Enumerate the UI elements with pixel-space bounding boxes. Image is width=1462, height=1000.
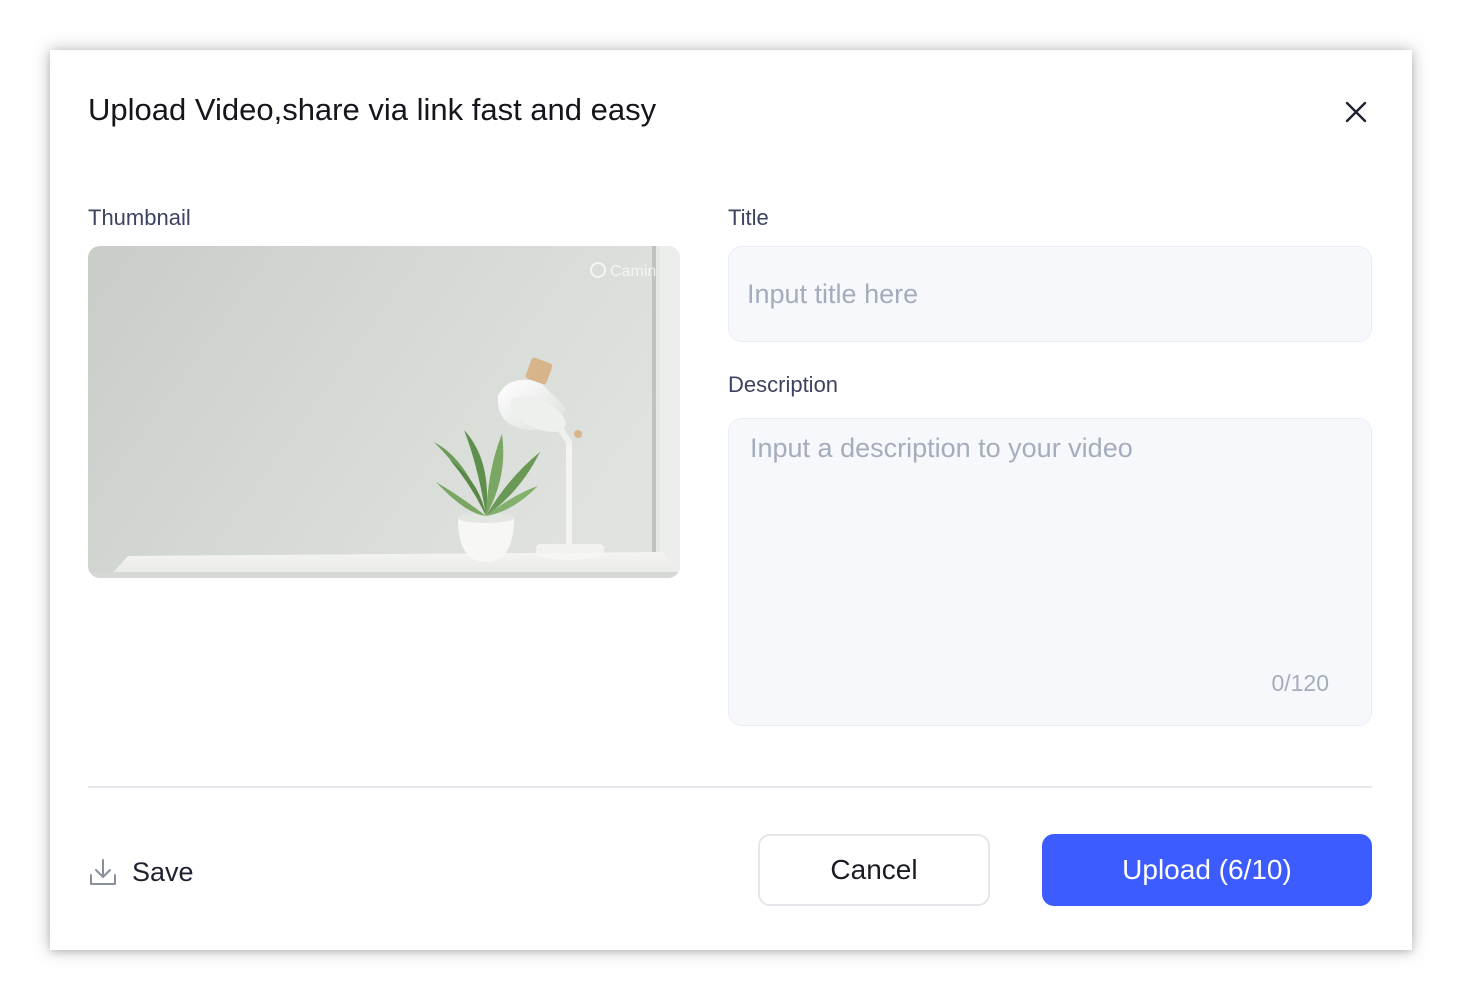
thumbnail-watermark: Camin	[610, 263, 656, 280]
dialog-title: Upload Video,share via link fast and eas…	[88, 92, 657, 127]
description-field: 0/120	[728, 418, 1372, 726]
title-input[interactable]	[729, 247, 1371, 341]
save-button[interactable]: Save	[88, 852, 194, 892]
thumbnail-image[interactable]: Camin	[88, 246, 680, 578]
download-icon	[90, 859, 116, 885]
title-field	[728, 246, 1372, 342]
char-count: 0/120	[1271, 670, 1329, 696]
close-button[interactable]	[1336, 92, 1376, 132]
save-label: Save	[132, 856, 194, 887]
title-label: Title	[728, 205, 769, 230]
close-icon	[1345, 101, 1367, 123]
upload-video-dialog: Upload Video,share via link fast and eas…	[50, 50, 1412, 950]
footer-divider	[88, 786, 1372, 788]
description-label: Description	[728, 372, 839, 397]
upload-button[interactable]: Upload (6/10)	[1042, 834, 1372, 906]
cancel-button[interactable]: Cancel	[758, 834, 990, 906]
thumbnail-label: Thumbnail	[88, 205, 191, 230]
